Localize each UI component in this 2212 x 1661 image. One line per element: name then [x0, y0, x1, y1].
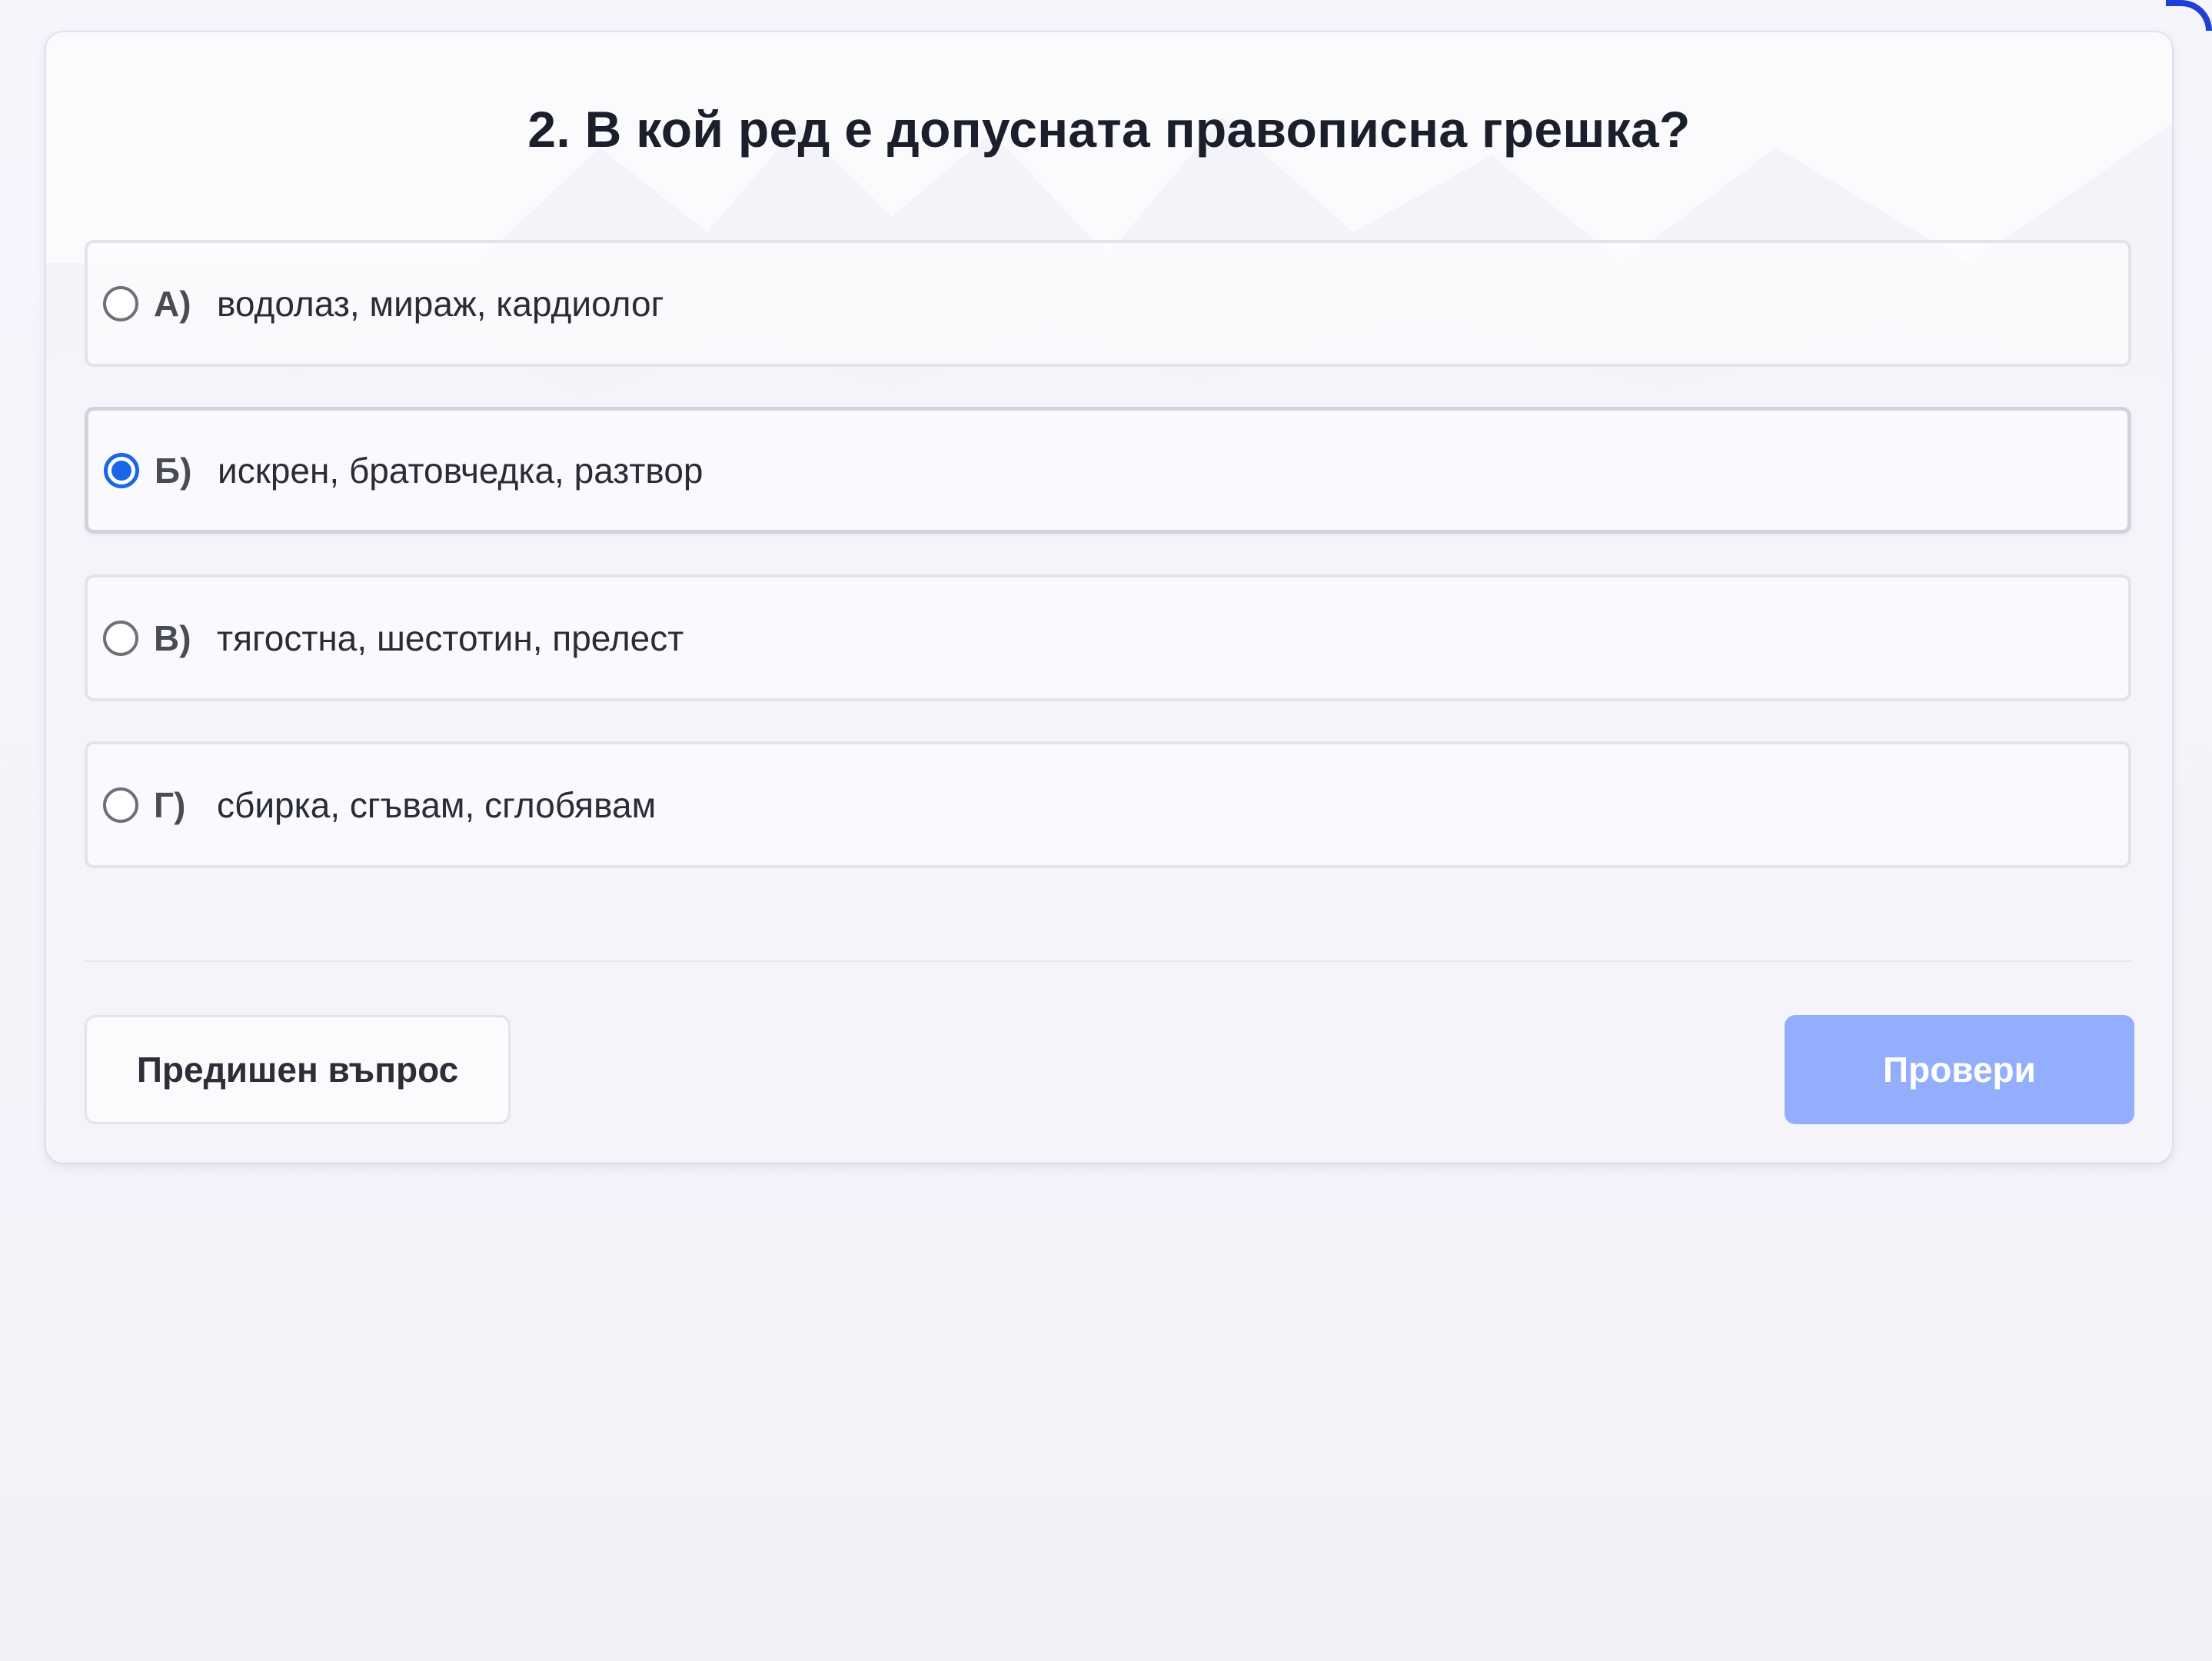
option-letter: А): [154, 283, 191, 324]
option-text: водолаз, мираж, кардиолог: [217, 283, 664, 324]
option-letter: Б): [155, 450, 192, 491]
answer-option-c[interactable]: В) тягостна, шестотин, прелест: [85, 574, 2131, 701]
check-answer-button[interactable]: Провери: [1785, 1015, 2134, 1124]
divider: [85, 960, 2131, 962]
radio-dot-icon: [111, 460, 131, 481]
option-letter: Г): [154, 784, 186, 825]
question-title: 2. В кой ред е допусната правописна греш…: [527, 101, 1691, 158]
corner-accent: [2166, 0, 2212, 31]
answer-option-d[interactable]: Г) сбирка, сгъвам, сглобявам: [85, 741, 2131, 868]
option-letter: В): [154, 617, 191, 658]
radio-button-selected[interactable]: [104, 452, 139, 488]
option-text: искрен, братовчедка, разтвор: [218, 450, 704, 491]
radio-button[interactable]: [103, 787, 138, 823]
radio-button[interactable]: [103, 285, 138, 321]
previous-question-button[interactable]: Предишен въпрос: [85, 1015, 511, 1124]
radio-button[interactable]: [103, 620, 138, 656]
answer-option-b[interactable]: Б) искрен, братовчедка, разтвор: [85, 407, 2131, 534]
answer-option-a[interactable]: А) водолаз, мираж, кардиолог: [85, 240, 2131, 367]
option-text: сбирка, сгъвам, сглобявам: [217, 784, 657, 825]
quiz-card: 2. В кой ред е допусната правописна греш…: [46, 32, 2172, 1163]
option-text: тягостна, шестотин, прелест: [217, 617, 684, 658]
